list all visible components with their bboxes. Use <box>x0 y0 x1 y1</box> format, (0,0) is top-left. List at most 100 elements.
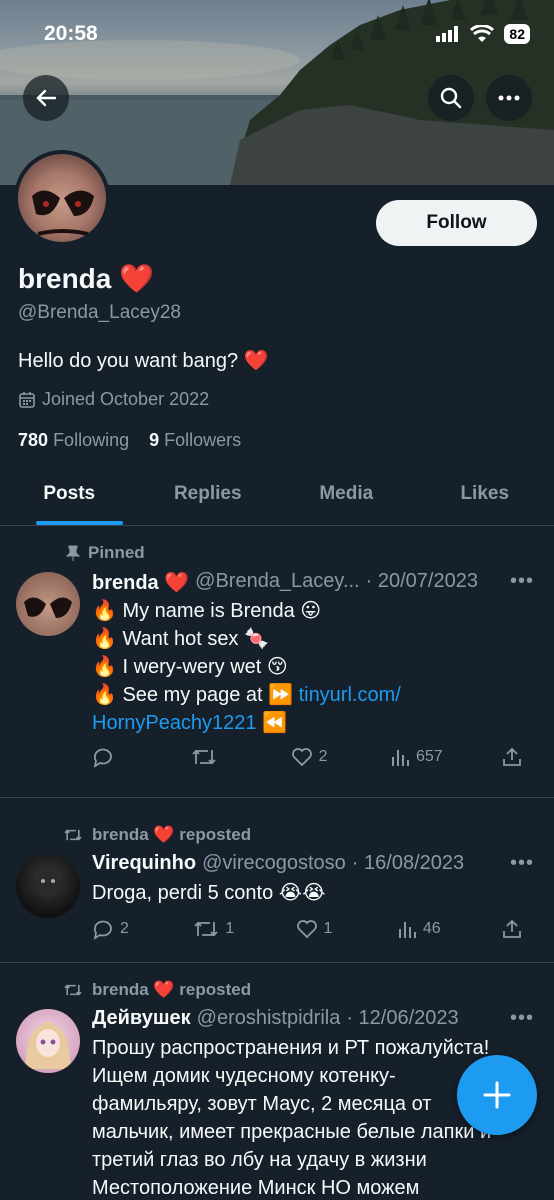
tweet-link[interactable]: tinyurl.com/ <box>299 684 401 706</box>
pin-icon <box>66 545 80 561</box>
followers-label: Followers <box>164 430 242 450</box>
tweet-author-name[interactable]: Дейвушек <box>92 1007 191 1030</box>
signal-icon <box>436 26 459 42</box>
tweet-header: brenda ❤️ @Brenda_Lacey... · 20/07/2023 <box>92 570 478 595</box>
tweet-header: Virequinho @virecogostoso · 16/08/2023 <box>92 852 464 875</box>
avatar-image <box>24 597 72 618</box>
avatar-image <box>32 190 94 236</box>
avatar-image <box>36 869 60 899</box>
tweet-more-button[interactable]: ••• <box>510 570 534 593</box>
tweet-header: Дейвушек @eroshistpidrila · 12/06/2023 <box>92 1007 459 1030</box>
tweet-avatar[interactable] <box>16 854 80 918</box>
views-button[interactable]: 657 <box>390 747 443 767</box>
reply-button[interactable] <box>92 746 132 768</box>
tweet-author-handle[interactable]: @eroshistpidrila <box>197 1007 341 1030</box>
divider <box>0 797 554 798</box>
retweet-icon <box>64 984 82 996</box>
retweet-icon <box>64 829 82 841</box>
tweet-actions: 2 657 <box>92 746 542 768</box>
followers-link[interactable]: 9 Followers <box>149 430 241 450</box>
tweet-line: 🔥 See my page at ⏩ tinyurl.com/ <box>92 681 542 709</box>
tweet-avatar[interactable] <box>16 1009 80 1073</box>
reply-button[interactable]: 2 <box>92 918 132 940</box>
views-button[interactable]: 46 <box>397 919 441 939</box>
retweet-button[interactable] <box>191 746 231 768</box>
tweet-line: Местоположение Минск НО можем <box>92 1177 420 1199</box>
tweet-line: Прошу распространения и РТ пожалуйста! <box>92 1037 490 1059</box>
profile-handle: @Brenda_Lacey28 <box>18 302 181 323</box>
heart-icon <box>296 920 317 939</box>
plus-icon <box>483 1081 511 1109</box>
profile-avatar[interactable] <box>14 150 110 246</box>
tweet-actions: 2 1 1 46 <box>92 918 542 940</box>
pinned-label: Pinned <box>62 543 145 563</box>
wifi-icon <box>470 25 495 42</box>
joined-date: Joined October 2022 <box>18 389 209 410</box>
tweet-author-name[interactable]: brenda ❤️ <box>92 570 189 595</box>
tweet-line: третий глаз во лбу на удачу в жизни <box>92 1149 427 1171</box>
joined-text: Joined October 2022 <box>42 389 210 409</box>
profile-name: brenda ❤️ <box>18 263 154 294</box>
more-button[interactable] <box>486 75 532 121</box>
share-button[interactable] <box>502 919 542 939</box>
tweet-more-button[interactable]: ••• <box>510 852 534 875</box>
like-button[interactable]: 1 <box>296 919 336 939</box>
follow-stats: 780 Following 9 Followers <box>18 430 241 451</box>
status-time: 20:58 <box>44 22 98 45</box>
profile-tabs: Posts Replies Media Likes <box>0 470 554 526</box>
tweet-line: HornyPeachy1221 ⏪ <box>92 709 542 737</box>
tab-posts[interactable]: Posts <box>0 470 139 525</box>
heart-icon <box>291 748 312 767</box>
tweet-date[interactable]: · 12/06/2023 <box>346 1007 458 1030</box>
share-button[interactable] <box>502 747 542 767</box>
following-link[interactable]: 780 Following <box>18 430 129 450</box>
back-arrow-icon <box>36 89 57 107</box>
like-count: 1 <box>323 920 333 937</box>
search-icon <box>440 87 462 109</box>
tweet-text: 🔥 My name is Brenda 😛 🔥 Want hot sex 🍬 🔥… <box>92 597 542 737</box>
following-label: Following <box>53 430 130 450</box>
retweet-count: 1 <box>225 920 235 937</box>
tweet-date[interactable]: · 16/08/2023 <box>352 852 464 875</box>
tab-replies[interactable]: Replies <box>139 470 278 525</box>
status-icons: 82 <box>436 24 530 44</box>
like-button[interactable]: 2 <box>291 747 331 767</box>
follow-button[interactable]: Follow <box>376 200 537 246</box>
tweet-link-cont[interactable]: HornyPeachy1221 <box>92 712 257 734</box>
back-button[interactable] <box>23 75 69 121</box>
calendar-icon <box>19 391 35 408</box>
tab-likes[interactable]: Likes <box>416 470 554 525</box>
share-icon <box>503 747 521 766</box>
tweet-text: Droga, perdi 5 conto 😭😭 <box>92 882 326 904</box>
retweet-button[interactable]: 1 <box>193 918 234 940</box>
repost-label: brenda ❤️ reposted <box>62 825 251 845</box>
retweet-icon <box>192 749 216 765</box>
repost-label: brenda ❤️ reposted <box>62 980 251 1000</box>
followers-count: 9 <box>149 430 160 450</box>
compose-button[interactable] <box>457 1055 537 1135</box>
views-icon <box>398 922 416 938</box>
repost-text: brenda ❤️ reposted <box>92 980 252 999</box>
tab-media[interactable]: Media <box>277 470 416 525</box>
reply-icon <box>93 920 112 940</box>
view-count: 657 <box>415 748 443 765</box>
search-button[interactable] <box>428 75 474 121</box>
tweet-author-name[interactable]: Virequinho <box>92 852 196 875</box>
views-icon <box>391 750 409 766</box>
reply-icon <box>93 748 112 768</box>
tweet-date[interactable]: · 20/07/2023 <box>366 570 478 595</box>
view-count: 46 <box>422 920 441 937</box>
tweet-line-text: ⏪ <box>256 712 288 734</box>
tweet-avatar[interactable] <box>16 572 80 636</box>
tweet-more-button[interactable]: ••• <box>510 1007 534 1030</box>
like-count: 2 <box>318 748 328 765</box>
battery-indicator: 82 <box>504 24 530 44</box>
divider <box>0 962 554 963</box>
tweet-line: 🔥 My name is Brenda 😛 <box>92 600 322 622</box>
tweet-author-handle[interactable]: @virecogostoso <box>202 852 346 875</box>
more-icon <box>498 95 520 101</box>
repost-text: brenda ❤️ reposted <box>92 825 252 844</box>
tweet-author-handle[interactable]: @Brenda_Lacey... <box>195 570 359 595</box>
status-bar: 20:58 82 <box>0 0 554 70</box>
profile-bio: Hello do you want bang? ❤️ <box>18 350 269 372</box>
